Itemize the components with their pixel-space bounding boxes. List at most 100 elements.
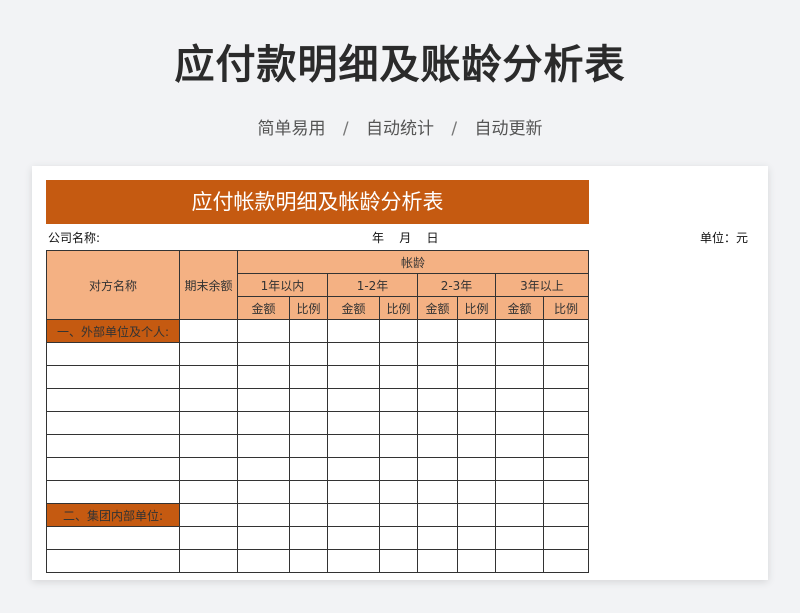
- table-cell[interactable]: [457, 365, 496, 389]
- table-cell[interactable]: [457, 319, 496, 343]
- table-cell[interactable]: [495, 457, 544, 481]
- table-cell[interactable]: [289, 434, 328, 458]
- table-cell[interactable]: [289, 365, 328, 389]
- table-cell[interactable]: [46, 388, 180, 412]
- table-cell[interactable]: [237, 503, 290, 527]
- table-cell[interactable]: [379, 457, 418, 481]
- table-cell[interactable]: [379, 526, 418, 550]
- table-cell[interactable]: [495, 526, 544, 550]
- table-cell[interactable]: [289, 549, 328, 573]
- table-cell[interactable]: [46, 480, 180, 504]
- table-cell[interactable]: [417, 319, 458, 343]
- table-cell[interactable]: [179, 342, 238, 366]
- table-cell[interactable]: [237, 411, 290, 435]
- table-cell[interactable]: [543, 411, 589, 435]
- table-cell[interactable]: [237, 365, 290, 389]
- table-cell[interactable]: [289, 411, 328, 435]
- table-cell[interactable]: [46, 434, 180, 458]
- table-cell[interactable]: [237, 526, 290, 550]
- table-cell[interactable]: [543, 503, 589, 527]
- table-cell[interactable]: [417, 526, 458, 550]
- table-cell[interactable]: [46, 526, 180, 550]
- table-cell[interactable]: [289, 503, 328, 527]
- table-cell[interactable]: [179, 388, 238, 412]
- table-cell[interactable]: [179, 526, 238, 550]
- table-cell[interactable]: [327, 503, 380, 527]
- table-cell[interactable]: [237, 388, 290, 412]
- table-cell[interactable]: [417, 549, 458, 573]
- table-cell[interactable]: [327, 526, 380, 550]
- table-cell[interactable]: [457, 503, 496, 527]
- table-cell[interactable]: [417, 434, 458, 458]
- table-cell[interactable]: [543, 549, 589, 573]
- table-cell[interactable]: [543, 526, 589, 550]
- table-cell[interactable]: [237, 319, 290, 343]
- table-cell[interactable]: [327, 411, 380, 435]
- table-cell[interactable]: [237, 480, 290, 504]
- table-cell[interactable]: [543, 319, 589, 343]
- table-cell[interactable]: [46, 411, 180, 435]
- table-cell[interactable]: [379, 388, 418, 412]
- table-cell[interactable]: [457, 434, 496, 458]
- table-cell[interactable]: [457, 480, 496, 504]
- table-cell[interactable]: [495, 503, 544, 527]
- table-cell[interactable]: [379, 434, 418, 458]
- table-cell[interactable]: [237, 434, 290, 458]
- table-cell[interactable]: [495, 411, 544, 435]
- table-cell[interactable]: [495, 549, 544, 573]
- table-cell[interactable]: [379, 365, 418, 389]
- table-cell[interactable]: [327, 549, 380, 573]
- table-cell[interactable]: [179, 480, 238, 504]
- table-cell[interactable]: [327, 434, 380, 458]
- table-cell[interactable]: [46, 457, 180, 481]
- table-cell[interactable]: [379, 342, 418, 366]
- table-cell[interactable]: [327, 457, 380, 481]
- table-cell[interactable]: [457, 342, 496, 366]
- table-cell[interactable]: [179, 549, 238, 573]
- table-cell[interactable]: [237, 549, 290, 573]
- table-cell[interactable]: [495, 342, 544, 366]
- table-cell[interactable]: [417, 365, 458, 389]
- table-cell[interactable]: [417, 480, 458, 504]
- table-cell[interactable]: [327, 342, 380, 366]
- table-cell[interactable]: [457, 549, 496, 573]
- table-cell[interactable]: [379, 503, 418, 527]
- table-cell[interactable]: [46, 365, 180, 389]
- table-cell[interactable]: [543, 388, 589, 412]
- table-cell[interactable]: [495, 480, 544, 504]
- table-cell[interactable]: [417, 388, 458, 412]
- table-cell[interactable]: [289, 319, 328, 343]
- table-cell[interactable]: [417, 457, 458, 481]
- table-cell[interactable]: [379, 411, 418, 435]
- table-cell[interactable]: [457, 388, 496, 412]
- table-cell[interactable]: [543, 457, 589, 481]
- table-cell[interactable]: [237, 342, 290, 366]
- table-cell[interactable]: [379, 319, 418, 343]
- table-cell[interactable]: [495, 365, 544, 389]
- table-cell[interactable]: [543, 480, 589, 504]
- table-cell[interactable]: [289, 388, 328, 412]
- table-cell[interactable]: [495, 388, 544, 412]
- table-cell[interactable]: [179, 457, 238, 481]
- table-cell[interactable]: [495, 319, 544, 343]
- table-cell[interactable]: [379, 480, 418, 504]
- table-cell[interactable]: [379, 549, 418, 573]
- table-cell[interactable]: [179, 319, 238, 343]
- table-cell[interactable]: [289, 480, 328, 504]
- table-cell[interactable]: [495, 434, 544, 458]
- table-cell[interactable]: [543, 434, 589, 458]
- table-cell[interactable]: [457, 457, 496, 481]
- table-cell[interactable]: [46, 549, 180, 573]
- table-cell[interactable]: [289, 342, 328, 366]
- table-cell[interactable]: [237, 457, 290, 481]
- table-cell[interactable]: [327, 365, 380, 389]
- table-cell[interactable]: [543, 342, 589, 366]
- table-cell[interactable]: [289, 526, 328, 550]
- table-cell[interactable]: [327, 480, 380, 504]
- table-cell[interactable]: [457, 411, 496, 435]
- table-cell[interactable]: [417, 342, 458, 366]
- table-cell[interactable]: [289, 457, 328, 481]
- table-cell[interactable]: [543, 365, 589, 389]
- table-cell[interactable]: [327, 319, 380, 343]
- table-cell[interactable]: [417, 503, 458, 527]
